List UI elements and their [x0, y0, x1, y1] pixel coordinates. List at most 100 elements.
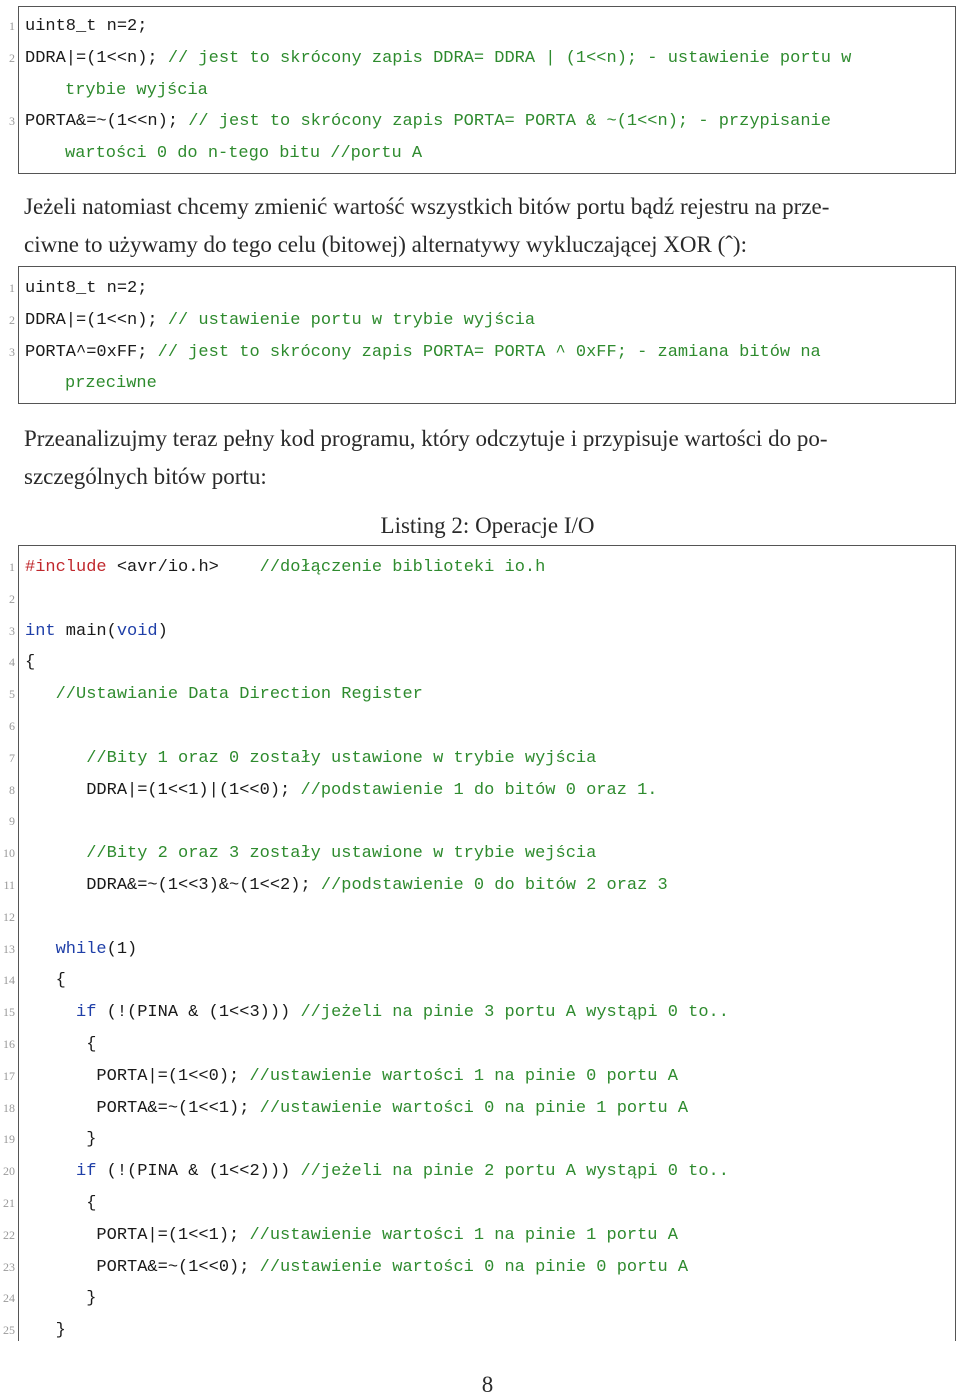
code-statement: PORTA|=(1<<0); — [25, 1066, 250, 1086]
line-number: 1 — [9, 560, 15, 574]
line-number: 1 — [9, 19, 15, 33]
code-text: PORTA|=(1<<0); //ustawienie wartości 1 n… — [19, 1067, 678, 1086]
preprocessor-directive: #include — [25, 558, 107, 577]
code-statement: DDRA|=(1<<n); — [25, 48, 168, 68]
code-statement: uint8_t n=2; — [25, 17, 148, 36]
code-line: 11 DDRA&=~(1<<3)&~(1<<2); //podstawienie… — [3, 870, 955, 902]
code-text: trybie wyjścia — [59, 81, 208, 100]
code-line-continuation: trybie wyjścia — [19, 75, 955, 107]
code-line: 22 PORTA|=(1<<1); //ustawienie wartości … — [3, 1220, 955, 1252]
code-line: 21 { — [3, 1188, 955, 1220]
code-comment: // ustawienie portu w trybie wyjścia — [167, 310, 536, 330]
code-statement — [25, 685, 56, 704]
code-comment: //dołączenie biblioteki io.h — [259, 558, 546, 577]
line-number: 3 — [9, 114, 15, 129]
code-text: } — [19, 1289, 96, 1308]
code-comment: // jest to skrócony zapis PORTA= PORTA ^… — [157, 342, 821, 362]
code-text: } — [19, 1321, 66, 1340]
paragraph-line: Przeanalizujmy teraz pełny kod programu,… — [24, 426, 828, 451]
code-line: 23 PORTA&=~(1<<0); //ustawienie wartości… — [3, 1252, 955, 1284]
line-number: 10 — [3, 846, 15, 861]
line-number: 12 — [3, 909, 15, 924]
code-line: 17 PORTA|=(1<<0); //ustawienie wartości … — [3, 1061, 955, 1093]
code-statement — [25, 844, 86, 863]
code-text: przeciwne — [59, 374, 157, 393]
code-line: 1 uint8_t n=2; — [9, 273, 955, 305]
code-statement: PORTA&=~(1<<1); — [25, 1098, 260, 1118]
code-line: 18 PORTA&=~(1<<1); //ustawienie wartości… — [3, 1093, 955, 1125]
code-statement: { — [25, 653, 36, 673]
code-line: 1 #include <avr/io.h> //dołączenie biblio… — [9, 552, 955, 584]
code-line: 2 DDRA|=(1<<n); // ustawienie portu w try… — [9, 305, 955, 337]
code-text: PORTA&=~(1<<0); //ustawienie wartości 0 … — [19, 1258, 688, 1277]
paragraph-line: szczególnych bitów portu: — [24, 464, 267, 489]
code-line: 20 if (!(PINA & (1<<2))) //jeżeli na pin… — [3, 1156, 955, 1188]
code-statement — [25, 1162, 76, 1181]
line-number: 9 — [9, 814, 15, 829]
code-text: { — [19, 653, 35, 672]
code-statement: uint8_t n=2; — [25, 279, 148, 298]
keyword: void — [116, 621, 158, 641]
line-number: 14 — [3, 973, 15, 988]
line-number: 16 — [3, 1036, 15, 1051]
paragraph-line: ciwne to używamy do tego celu (bitowej) … — [24, 232, 747, 257]
code-text: } — [19, 1130, 96, 1149]
line-number: 7 — [9, 750, 15, 765]
code-statement: { — [25, 1193, 97, 1213]
code-statement: PORTA|=(1<<1); — [25, 1225, 250, 1245]
code-listing-io-operations: 1 #include <avr/io.h> //dołączenie biblio… — [3, 545, 956, 1341]
code-line: 5 //Ustawianie Data Direction Register — [9, 679, 955, 711]
line-number: 3 — [9, 623, 15, 638]
line-number: 17 — [3, 1068, 15, 1083]
code-statement: (!(PINA & (1<<3))) — [96, 1003, 301, 1023]
code-statement: DDRA|=(1<<n); — [25, 310, 168, 330]
line-number: 23 — [3, 1259, 15, 1274]
code-comment: // jest to skrócony zapis PORTA= PORTA &… — [188, 112, 831, 132]
code-line: 24 } — [3, 1283, 955, 1315]
listing-caption: Listing 2: Operacje I/O — [380, 513, 595, 538]
code-text: #include <avr/io.h> //dołączenie bibliot… — [19, 558, 545, 577]
line-number: 2 — [9, 591, 15, 606]
paragraph-full-program-intro: Przeanalizujmy teraz pełny kod programu,… — [24, 420, 954, 496]
code-statement: PORTA&=~(1<<0); — [25, 1257, 260, 1277]
code-text: if (!(PINA & (1<<3))) //jeżeli na pinie … — [19, 1003, 729, 1022]
line-number: 15 — [3, 1005, 15, 1020]
code-line: 3 PORTA&=~(1<<n); // jest to skrócony zap… — [9, 106, 955, 138]
code-comment: //podstawienie 1 do bitów 0 oraz 1. — [300, 780, 658, 800]
line-number: 3 — [9, 344, 15, 359]
code-text: DDRA|=(1<<n); // ustawienie portu w tryb… — [19, 311, 535, 330]
code-statement: } — [25, 1321, 66, 1341]
paragraph-xor-intro: Jeżeli natomiast chcemy zmienić wartość … — [24, 188, 954, 264]
code-statement: main( — [55, 621, 117, 641]
code-line: 6 — [9, 711, 955, 743]
code-statement — [25, 749, 86, 768]
code-comment: //ustawienie wartości 1 na pinie 1 portu… — [249, 1225, 678, 1245]
code-statement: DDRA|=(1<<1)|(1<<0); — [25, 780, 301, 800]
code-text: int main(void) — [19, 622, 168, 641]
code-line: 10 //Bity 2 oraz 3 zostały ustawione w t… — [3, 838, 955, 870]
code-text: DDRA&=~(1<<3)&~(1<<2); //podstawienie 0 … — [19, 876, 668, 895]
code-statement: PORTA^=0xFF; — [25, 342, 158, 362]
code-line: 2 DDRA|=(1<<n); // jest to skrócony zapis… — [9, 43, 955, 75]
code-statement: { — [25, 971, 66, 991]
code-line-continuation: wartości 0 do n-tego bitu //portu A — [19, 138, 955, 170]
line-number: 11 — [3, 877, 15, 892]
code-comment: przeciwne — [65, 374, 157, 394]
code-text: //Ustawianie Data Direction Register — [19, 685, 423, 704]
code-statement: PORTA&=~(1<<n); — [25, 112, 189, 132]
line-number: 18 — [3, 1100, 15, 1115]
line-number: 21 — [3, 1195, 15, 1210]
code-line: 25 } — [3, 1315, 955, 1347]
code-text: wartości 0 do n-tego bitu //portu A — [59, 144, 422, 163]
code-line: 7 //Bity 1 oraz 0 zostały ustawione w tr… — [9, 743, 955, 775]
code-text: DDRA|=(1<<1)|(1<<0); //podstawienie 1 do… — [19, 780, 658, 800]
code-line: 13 while(1) — [3, 934, 955, 966]
line-number: 13 — [3, 941, 15, 956]
code-text: { — [19, 1194, 96, 1213]
code-comment: //Bity 2 oraz 3 zostały ustawione w tryb… — [86, 844, 597, 864]
code-comment: // jest to skrócony zapis DDRA= DDRA | (… — [167, 48, 852, 68]
